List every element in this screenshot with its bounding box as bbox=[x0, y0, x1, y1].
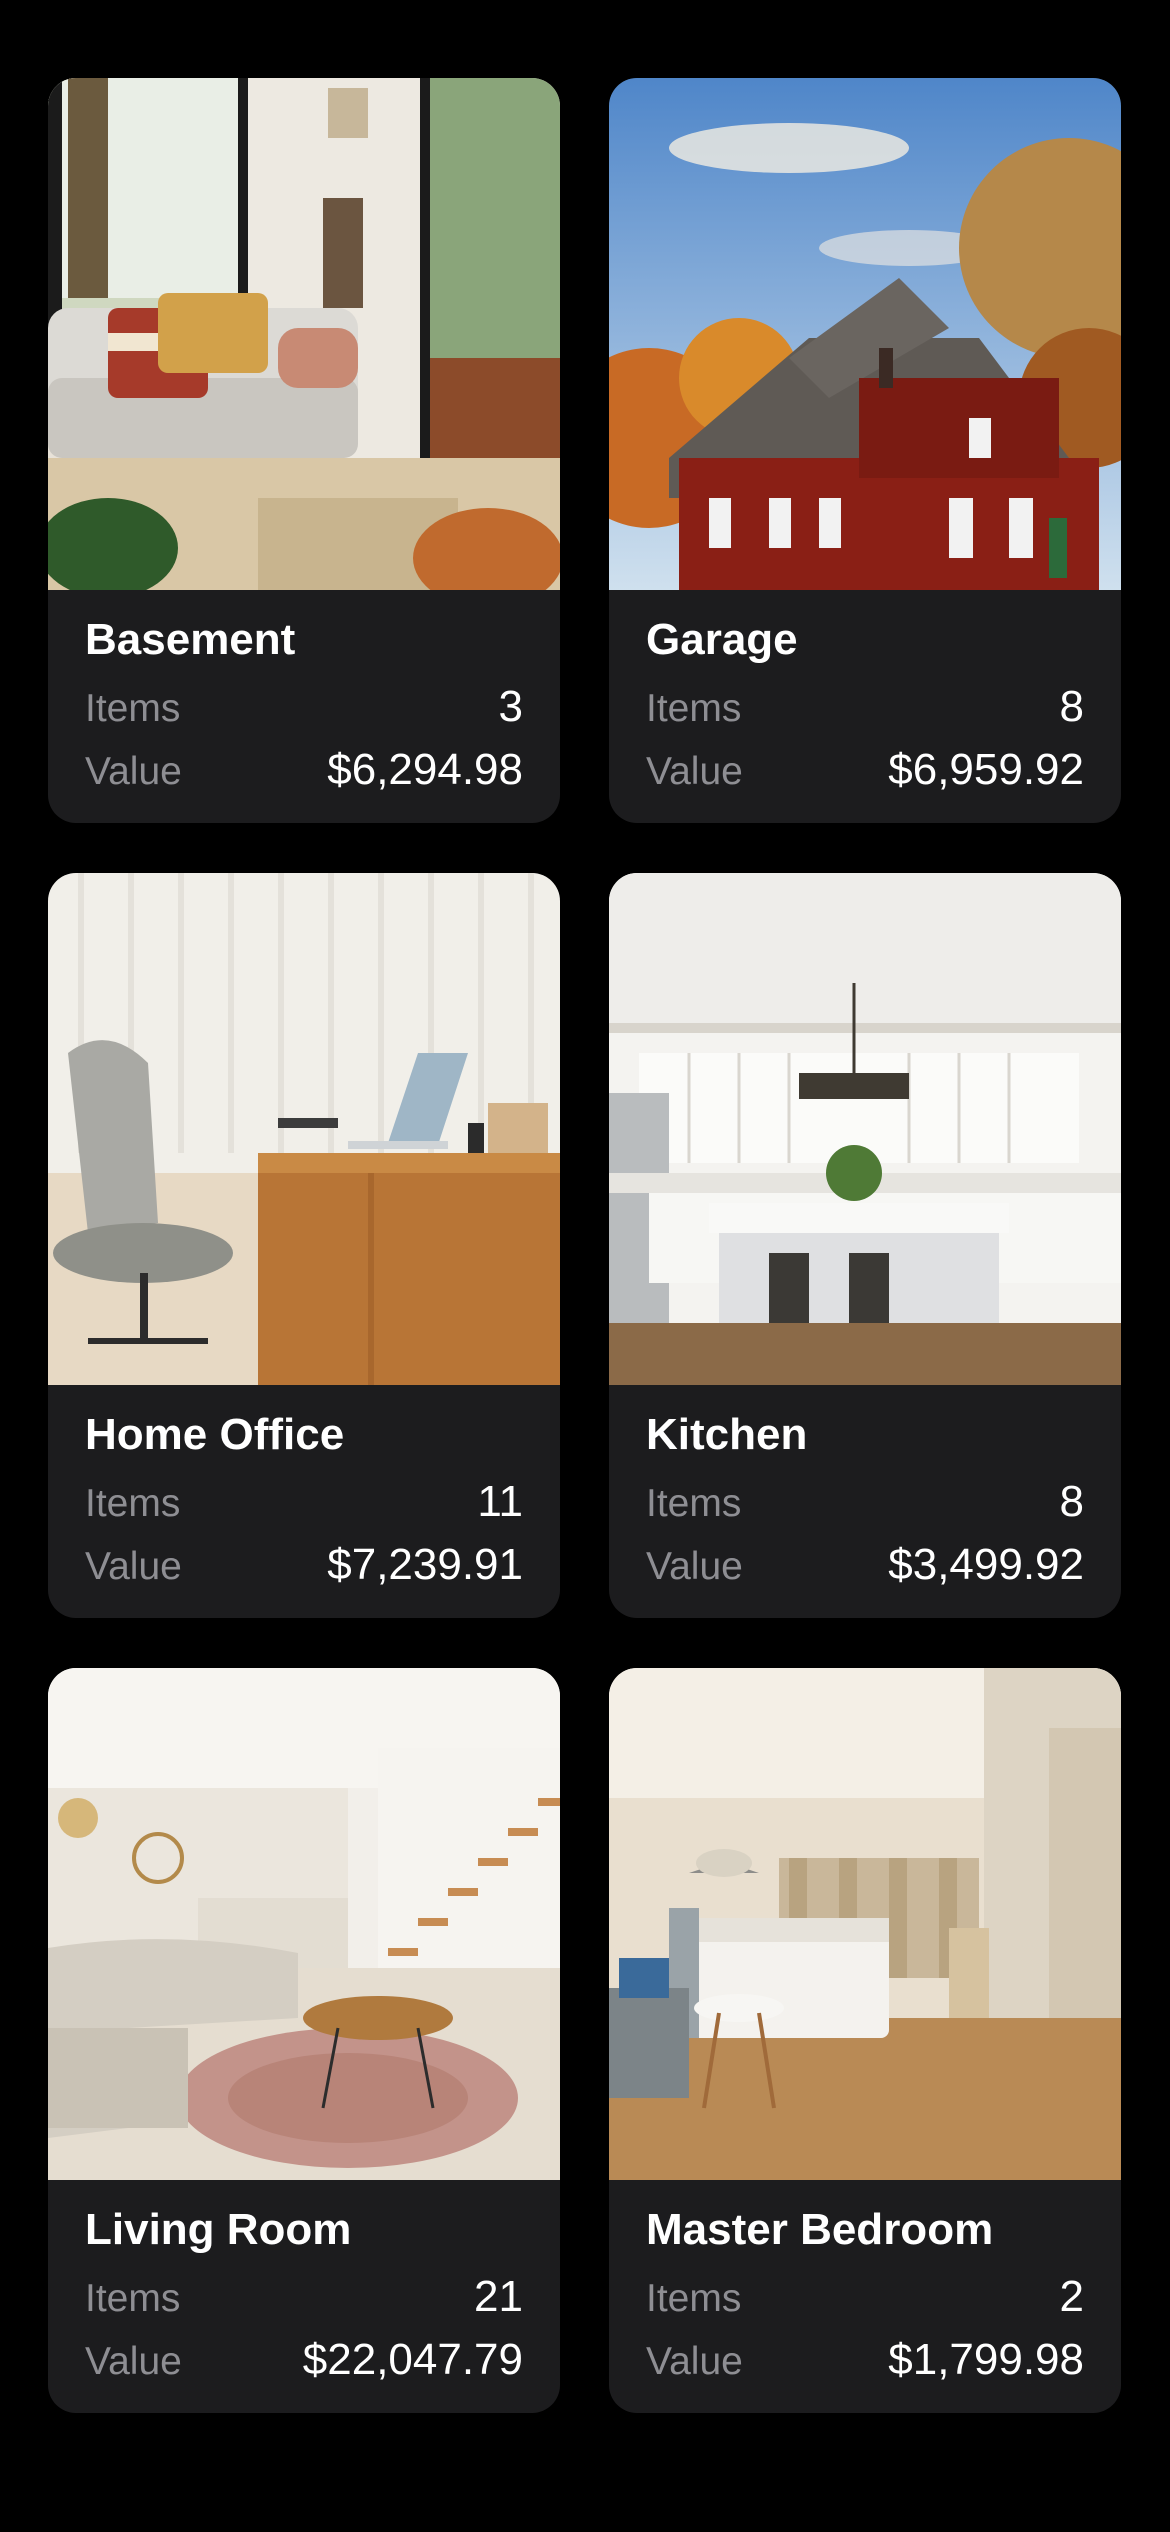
value-amount: $1,799.98 bbox=[888, 2335, 1084, 2384]
value-label: Value bbox=[85, 1545, 182, 1588]
items-count: 11 bbox=[477, 1477, 523, 1526]
items-label: Items bbox=[646, 687, 742, 730]
value-amount: $3,499.92 bbox=[888, 1540, 1084, 1589]
items-count: 2 bbox=[1059, 2272, 1084, 2321]
value-amount: $6,294.98 bbox=[327, 745, 523, 794]
items-row: Items 8 bbox=[646, 1471, 1084, 1533]
items-label: Items bbox=[85, 687, 181, 730]
room-card-home-office[interactable]: Home Office Items 11 Value $7,239.91 bbox=[48, 873, 560, 1618]
value-row: Value $7,239.91 bbox=[85, 1533, 523, 1597]
room-card-basement[interactable]: Basement Items 3 Value $6,294.98 bbox=[48, 78, 560, 823]
value-row: Value $3,499.92 bbox=[646, 1533, 1084, 1597]
home-office-photo bbox=[48, 873, 560, 1385]
items-label: Items bbox=[646, 1482, 742, 1525]
items-row: Items 21 bbox=[85, 2266, 523, 2328]
living-room-photo bbox=[48, 1668, 560, 2180]
kitchen-photo bbox=[609, 873, 1121, 1385]
items-row: Items 3 bbox=[85, 676, 523, 738]
value-amount: $22,047.79 bbox=[302, 2335, 523, 2384]
room-name: Kitchen bbox=[646, 1410, 808, 1459]
basement-photo bbox=[48, 78, 560, 590]
room-name: Basement bbox=[85, 615, 296, 664]
room-name: Living Room bbox=[85, 2205, 352, 2254]
value-label: Value bbox=[646, 1545, 743, 1588]
items-count: 8 bbox=[1059, 1477, 1084, 1526]
room-card-kitchen[interactable]: Kitchen Items 8 Value $3,499.92 bbox=[609, 873, 1121, 1618]
room-card-garage[interactable]: Garage Items 8 Value $6,959.92 bbox=[609, 78, 1121, 823]
room-name: Master Bedroom bbox=[646, 2205, 994, 2254]
items-row: Items 11 bbox=[85, 1471, 523, 1533]
items-row: Items 8 bbox=[646, 676, 1084, 738]
room-card-master-bedroom[interactable]: Master Bedroom Items 2 Value $1,799.98 bbox=[609, 1668, 1121, 2413]
items-row: Items 2 bbox=[646, 2266, 1084, 2328]
master-bedroom-photo bbox=[609, 1668, 1121, 2180]
rooms-grid: Basement Items 3 Value $6,294.98 Garage … bbox=[48, 78, 1123, 2413]
value-row: Value $1,799.98 bbox=[646, 2328, 1084, 2392]
value-row: Value $6,294.98 bbox=[85, 738, 523, 802]
room-name: Garage bbox=[646, 615, 798, 664]
value-row: Value $22,047.79 bbox=[85, 2328, 523, 2392]
value-label: Value bbox=[85, 2340, 182, 2383]
value-label: Value bbox=[85, 750, 182, 793]
items-label: Items bbox=[85, 1482, 181, 1525]
value-row: Value $6,959.92 bbox=[646, 738, 1084, 802]
room-name: Home Office bbox=[85, 1410, 345, 1459]
room-card-living-room[interactable]: Living Room Items 21 Value $22,047.79 bbox=[48, 1668, 560, 2413]
value-amount: $7,239.91 bbox=[327, 1540, 523, 1589]
garage-photo bbox=[609, 78, 1121, 590]
value-label: Value bbox=[646, 750, 743, 793]
items-label: Items bbox=[85, 2277, 181, 2320]
items-count: 21 bbox=[474, 2272, 523, 2321]
items-label: Items bbox=[646, 2277, 742, 2320]
value-amount: $6,959.92 bbox=[888, 745, 1084, 794]
value-label: Value bbox=[646, 2340, 743, 2383]
items-count: 3 bbox=[498, 682, 523, 731]
items-count: 8 bbox=[1059, 682, 1084, 731]
